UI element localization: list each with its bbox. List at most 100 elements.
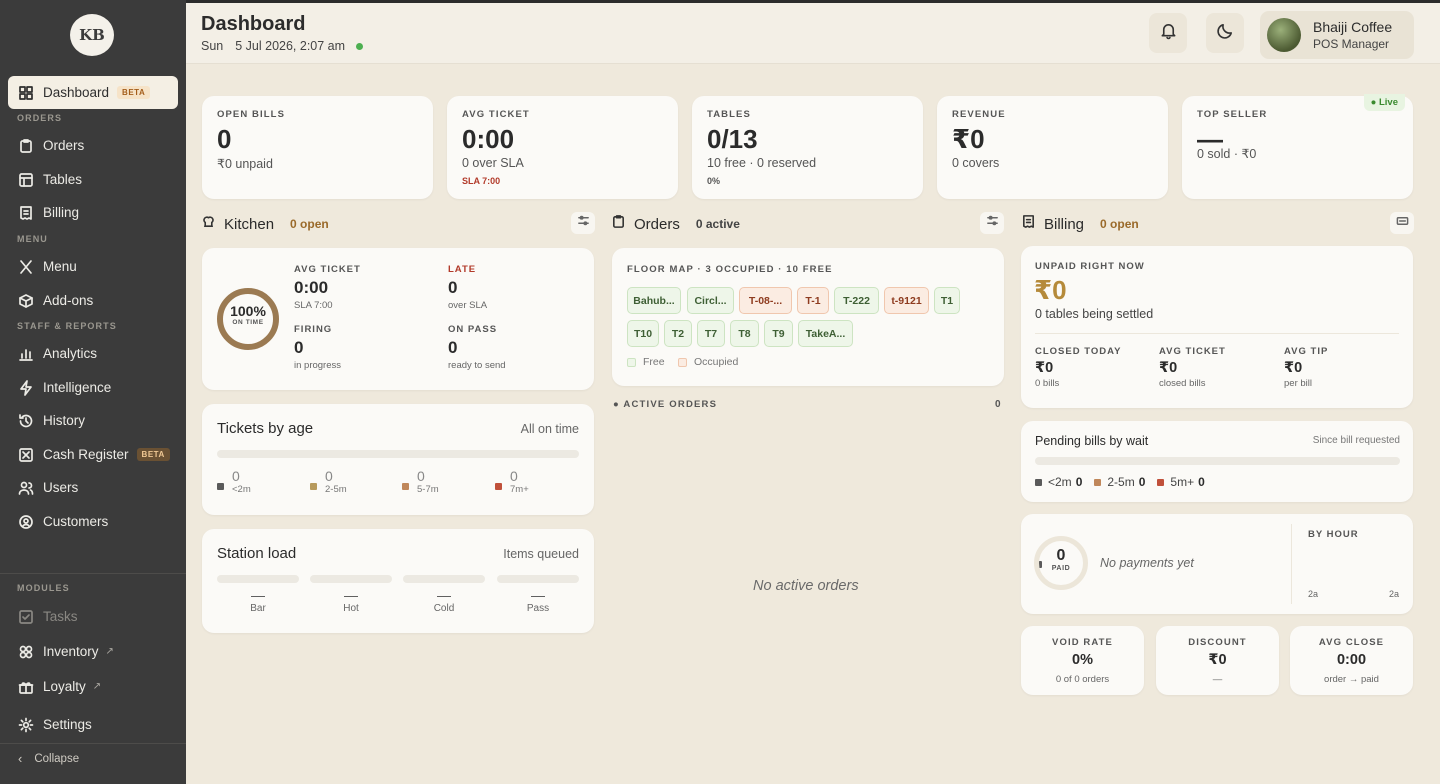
bucket-count: 0 bbox=[1138, 475, 1146, 489]
table-chip[interactable]: T1 bbox=[934, 287, 960, 314]
avg-tip-stat: AVG TIP ₹0 per bill bbox=[1284, 346, 1328, 389]
table-chip[interactable]: T7 bbox=[697, 320, 725, 347]
sidebar-item-dashboard[interactable]: Dashboard BETA bbox=[8, 76, 178, 109]
brand-logo[interactable]: KB bbox=[70, 14, 114, 56]
table-chip[interactable]: Circl... bbox=[687, 287, 734, 314]
stat-value: 0 bbox=[448, 278, 458, 297]
table-chip[interactable]: T9 bbox=[764, 320, 793, 347]
age-bucket: 0 7m+ bbox=[495, 468, 529, 495]
sidebar-item-label: Dashboard bbox=[43, 85, 110, 100]
table-chip[interactable]: T-1 bbox=[797, 287, 829, 314]
sidebar-item-label: History bbox=[43, 413, 86, 428]
receipt-icon bbox=[1021, 214, 1036, 234]
stat-value: 0 bbox=[448, 338, 458, 357]
legend-swatch bbox=[1035, 478, 1042, 486]
kitchen-filter-button[interactable] bbox=[571, 212, 595, 234]
legend-swatch bbox=[678, 357, 687, 367]
legend-swatch bbox=[627, 357, 636, 367]
theme-toggle-button[interactable] bbox=[1206, 13, 1244, 53]
dashboard-grid-icon bbox=[18, 85, 34, 101]
sidebar-item-history[interactable]: History bbox=[8, 404, 178, 437]
stat-label: AVG TICKET bbox=[1159, 346, 1226, 357]
kpi-revenue[interactable]: REVENUE ₹0 0 covers bbox=[937, 96, 1168, 199]
profile-menu[interactable]: Bhaiji Coffee POS Manager bbox=[1260, 11, 1414, 59]
bucket-count: 0 bbox=[325, 468, 333, 484]
table-chip[interactable]: t-9121 bbox=[884, 287, 929, 314]
table-chip[interactable]: T10 bbox=[627, 320, 659, 347]
stat-sub: per bill bbox=[1284, 378, 1312, 389]
kitchen-on-pass: ON PASS 0 ready to send bbox=[448, 324, 506, 371]
kpi-open-bills[interactable]: OPEN BILLS 0 ₹0 unpaid bbox=[202, 96, 433, 199]
sidebar-item-customers[interactable]: Customers bbox=[8, 505, 178, 538]
users-icon bbox=[18, 480, 34, 496]
sidebar-item-label: Intelligence bbox=[43, 380, 112, 395]
sidebar-item-inventory[interactable]: Inventory ↗ bbox=[8, 635, 178, 668]
sidebar-item-tasks[interactable]: Tasks bbox=[8, 600, 178, 633]
chef-hat-icon bbox=[201, 214, 216, 234]
sidebar-item-loyalty[interactable]: Loyalty ↗ bbox=[8, 670, 178, 703]
sidebar-item-menu[interactable]: Menu bbox=[8, 250, 178, 283]
sliders-icon bbox=[577, 214, 590, 232]
station-bar: — Bar bbox=[217, 575, 299, 614]
kpi-label: AVG TICKET bbox=[462, 109, 530, 120]
table-chip[interactable]: T-08-... bbox=[739, 287, 792, 314]
sidebar-item-label: Users bbox=[43, 480, 79, 495]
sidebar-item-label: Loyalty bbox=[43, 679, 86, 694]
sidebar-item-label: Inventory bbox=[43, 644, 99, 659]
kpi-occupancy: 0% bbox=[707, 176, 721, 186]
sidebar-item-users[interactable]: Users bbox=[8, 471, 178, 504]
sidebar-item-cash-register[interactable]: Cash Register BETA bbox=[8, 438, 178, 471]
station-track bbox=[310, 575, 392, 583]
card-status: Items queued bbox=[503, 547, 579, 561]
station-value: — bbox=[531, 587, 545, 603]
sidebar-item-analytics[interactable]: Analytics bbox=[8, 337, 178, 370]
customer-icon bbox=[18, 514, 34, 530]
kpi-sub: ₹0 unpaid bbox=[217, 157, 273, 171]
station-name: Cold bbox=[433, 603, 455, 614]
legend-swatch bbox=[1094, 478, 1102, 486]
by-hour-label: BY HOUR bbox=[1308, 529, 1359, 540]
orders-filter-button[interactable] bbox=[980, 212, 1004, 234]
notifications-button[interactable] bbox=[1149, 13, 1187, 53]
sidebar-item-settings[interactable]: Settings bbox=[8, 708, 178, 741]
stat-sub: in progress bbox=[294, 360, 341, 371]
tickets-by-age-card: Tickets by age All on time 0 <2m 0 2-5m 05… bbox=[202, 404, 594, 515]
sidebar-item-intelligence[interactable]: Intelligence bbox=[8, 371, 178, 404]
collapse-button[interactable]: ‹ Collapse bbox=[18, 751, 79, 766]
avatar bbox=[1267, 18, 1301, 52]
floor-map-card: FLOOR MAP · 3 OCCUPIED · 10 FREE Bahub..… bbox=[612, 248, 1004, 386]
avg-ticket-stat: AVG TICKET ₹0 closed bills bbox=[1159, 346, 1226, 389]
clipboard-icon bbox=[18, 138, 34, 154]
top-header: Dashboard Sun 5 Jul 2026, 2:07 am Bhaiji… bbox=[186, 0, 1440, 64]
stat-value: ₹0 bbox=[1035, 360, 1054, 376]
age-bucket: 0 2-5m bbox=[310, 468, 347, 495]
billing-options-button[interactable] bbox=[1390, 212, 1414, 234]
table-chip[interactable]: T-222 bbox=[834, 287, 879, 314]
table-chip[interactable]: T2 bbox=[664, 320, 692, 347]
sidebar-item-tables[interactable]: Tables bbox=[8, 163, 178, 196]
sidebar-item-addons[interactable]: Add-ons bbox=[8, 284, 178, 317]
station-value: — bbox=[437, 587, 451, 603]
legend-label: Occupied bbox=[694, 356, 739, 368]
table-chip[interactable]: Bahub... bbox=[627, 287, 681, 314]
table-chip[interactable]: T8 bbox=[730, 320, 759, 347]
cash-register-icon bbox=[18, 447, 34, 463]
card-title: Pending bills by wait bbox=[1035, 434, 1149, 448]
sidebar-item-label: Menu bbox=[43, 259, 77, 274]
kpi-label: TABLES bbox=[707, 109, 751, 120]
age-bucket: 0 <2m bbox=[217, 468, 251, 495]
kpi-sub: 10 free · 0 reserved bbox=[707, 156, 817, 170]
kpi-tables[interactable]: TABLES 0/13 10 free · 0 reserved 0% bbox=[692, 96, 923, 199]
sidebar-item-billing[interactable]: Billing bbox=[8, 196, 178, 229]
kpi-avg-ticket[interactable]: AVG TICKET 0:00 0 over SLA SLA 7:00 bbox=[447, 96, 678, 199]
card-title: Tickets by age bbox=[217, 420, 314, 437]
kpi-value: 0/13 bbox=[707, 124, 758, 154]
card-icon bbox=[1396, 214, 1409, 232]
table-chip[interactable]: TakeA... bbox=[798, 320, 853, 347]
ring-value: 0 bbox=[1056, 547, 1066, 564]
sidebar-item-orders[interactable]: Orders bbox=[8, 129, 178, 162]
kpi-top-seller[interactable]: TOP SELLER — 0 sold · ₹0 ● Live bbox=[1182, 94, 1413, 199]
section-label-modules: MODULES bbox=[17, 583, 70, 593]
kpi-sla: SLA 7:00 bbox=[462, 176, 501, 186]
ring-value: 100% bbox=[230, 303, 266, 319]
